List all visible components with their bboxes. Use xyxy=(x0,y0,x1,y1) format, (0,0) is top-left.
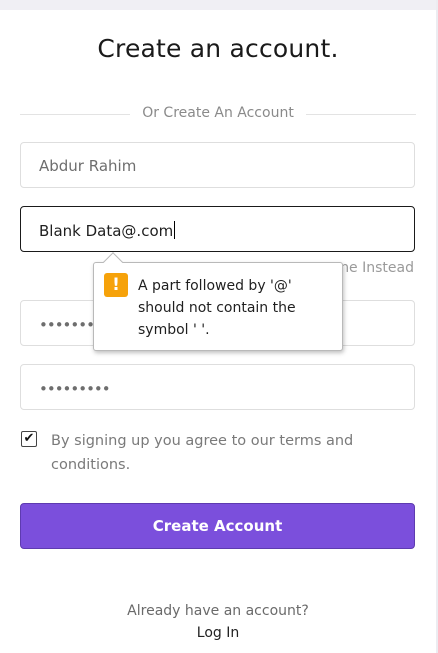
or-divider: Or Create An Account xyxy=(20,104,416,124)
validation-tooltip: ! A part followed by '@' should not cont… xyxy=(93,252,343,351)
email-field[interactable]: Blank Data@.com xyxy=(20,206,415,252)
confirm-password-field[interactable]: ••••••••• xyxy=(20,364,415,410)
email-field-value: Blank Data@.com xyxy=(39,221,176,240)
warning-icon: ! xyxy=(104,273,128,297)
divider-text: Or Create An Account xyxy=(142,105,294,121)
tooltip-message: A part followed by '@' should not contai… xyxy=(138,278,296,338)
top-strip xyxy=(0,0,438,10)
name-field-value: Abdur Rahim xyxy=(39,157,137,175)
name-field[interactable]: Abdur Rahim xyxy=(20,142,415,188)
create-account-button[interactable]: Create Account xyxy=(20,503,415,549)
text-caret xyxy=(174,221,176,239)
divider-line-right xyxy=(306,114,416,115)
confirm-password-field-value: ••••••••• xyxy=(39,380,111,398)
page-title: Create an account. xyxy=(97,34,339,63)
login-link[interactable]: Log In xyxy=(0,625,436,641)
hidden-hint-text: ne Instead xyxy=(340,260,414,276)
terms-label: By signing up you agree to our terms and… xyxy=(51,433,354,473)
terms-checkbox[interactable]: ✔ xyxy=(21,431,37,447)
already-have-account-text: Already have an account? xyxy=(127,603,309,619)
tooltip-arrow xyxy=(103,252,123,272)
